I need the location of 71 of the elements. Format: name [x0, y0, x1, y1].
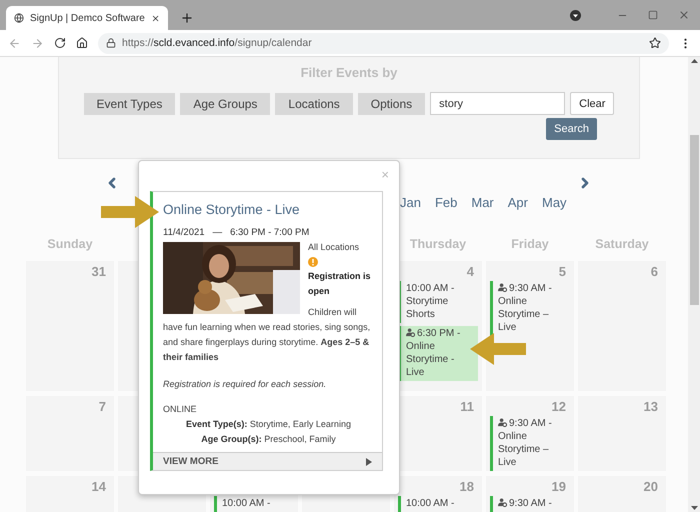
- detail-value: Preschool, Family: [264, 434, 336, 444]
- calendar-event[interactable]: 9:30 AM -: [490, 496, 570, 512]
- weekday-header: Sunday: [47, 237, 93, 253]
- view-more-link[interactable]: VIEW MORE: [153, 452, 382, 470]
- weekday-header: Saturday: [595, 237, 649, 253]
- search-field[interactable]: story: [430, 92, 566, 115]
- calendar-event[interactable]: 6:30 PM - Online Storytime - Live: [398, 326, 478, 381]
- month-link[interactable]: Apr: [508, 195, 528, 210]
- filter-button[interactable]: Locations: [275, 92, 353, 114]
- browser-tab[interactable]: SignUp | Demco Software: [6, 6, 168, 30]
- callout-arrow: [470, 333, 526, 365]
- lock-icon: [106, 38, 116, 48]
- filter-button[interactable]: Event Types: [84, 92, 176, 114]
- profile-icon[interactable]: [570, 10, 581, 20]
- scrollbar-thumb[interactable]: [690, 135, 699, 305]
- month-link[interactable]: Mar: [471, 195, 494, 210]
- filter-button[interactable]: Options: [358, 92, 426, 114]
- scrollbar[interactable]: [688, 57, 700, 512]
- day-number: 19: [552, 480, 566, 493]
- day-number: 4: [466, 265, 474, 278]
- callout-arrow: [101, 196, 159, 228]
- new-tab-icon[interactable]: [180, 11, 194, 25]
- globe-icon: [14, 12, 24, 24]
- month-link[interactable]: Jan: [400, 195, 421, 210]
- detail-label: Age Group(s):: [201, 434, 262, 444]
- reload-icon[interactable]: [54, 37, 66, 49]
- event-date: 11/4/2021: [163, 226, 205, 240]
- day-number: 14: [92, 480, 106, 493]
- star-icon[interactable]: [649, 37, 661, 49]
- registration-status: Registration is open: [307, 270, 372, 298]
- day-number: 20: [644, 480, 658, 493]
- scroll-down-icon[interactable]: [690, 506, 698, 510]
- day-number: 31: [92, 265, 106, 278]
- month-link[interactable]: Feb: [434, 195, 458, 210]
- person-icon: [498, 418, 507, 427]
- event-title: Online Storytime - Live: [163, 202, 301, 217]
- address-bar[interactable]: https://scld.evanced.info/signup/calendar: [98, 32, 669, 54]
- day-number: 12: [552, 400, 566, 413]
- day-number: 11: [460, 400, 474, 413]
- url-text: https://scld.evanced.info/signup/calendar: [122, 37, 313, 49]
- play-icon: [366, 458, 372, 466]
- scroll-up-icon[interactable]: [690, 59, 698, 63]
- maximize-icon[interactable]: [648, 10, 658, 20]
- month-link[interactable]: May: [542, 195, 567, 210]
- calendar-event[interactable]: 9:30 AM - Online Storytime – Live: [490, 416, 570, 471]
- warning-icon: [308, 257, 318, 267]
- close-window-icon[interactable]: [678, 9, 690, 21]
- dash-text: —: [212, 226, 222, 240]
- filter-button[interactable]: Age Groups: [180, 92, 270, 114]
- day-number: 5: [558, 265, 566, 278]
- clear-button[interactable]: Clear: [570, 92, 614, 115]
- day-number: 6: [650, 265, 658, 278]
- person-icon: [498, 498, 507, 507]
- weekday-header: Thursday: [410, 237, 466, 253]
- detail-label: Event Type(s):: [186, 419, 248, 429]
- detail-value: Storytime, Early Learning: [250, 419, 351, 429]
- event-time: 6:30 PM - 7:00 PM: [230, 226, 310, 240]
- day-number: 18: [460, 480, 474, 493]
- location-text: All Locations: [307, 241, 360, 254]
- venue-text: ONLINE: [163, 403, 198, 416]
- calendar-event[interactable]: 10:00 AM -: [398, 496, 478, 512]
- day-number: 7: [98, 400, 106, 413]
- search-button[interactable]: Search: [546, 118, 597, 140]
- event-description: Children will have fun learning when we read stories, sing songs, and share fingerplays during storytime. Ages 2–5 & their families: [163, 306, 372, 364]
- tab-title: SignUp | Demco Software: [30, 12, 145, 24]
- registration-note: Registration is required for each session.: [163, 378, 328, 391]
- weekday-header: Friday: [511, 237, 549, 253]
- home-icon[interactable]: [76, 37, 88, 49]
- day-number: 13: [644, 400, 658, 413]
- person-icon: [406, 328, 415, 337]
- person-icon: [498, 283, 507, 292]
